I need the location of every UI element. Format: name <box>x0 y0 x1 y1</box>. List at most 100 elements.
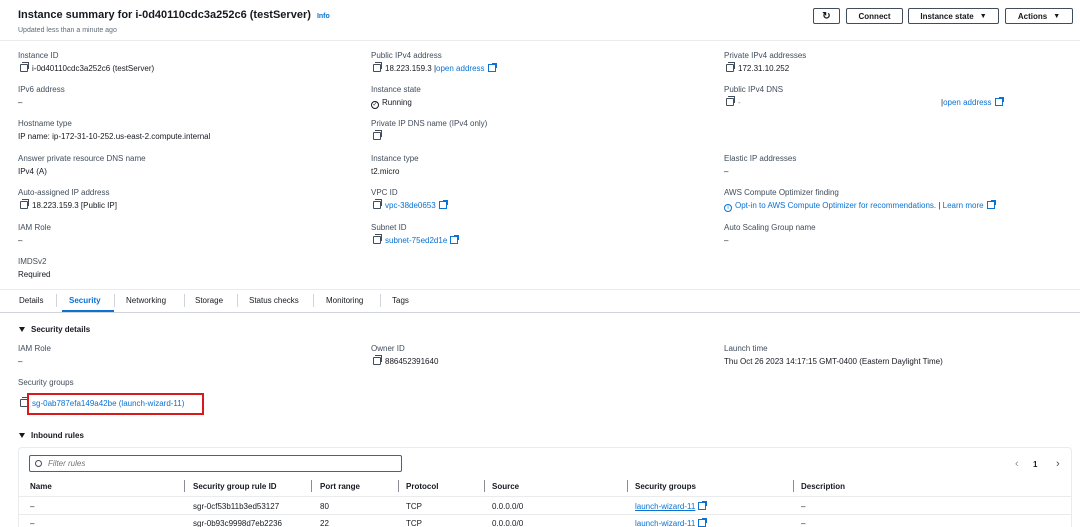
col-source[interactable]: Source <box>492 482 519 491</box>
tab-storage[interactable]: Storage <box>195 296 223 305</box>
copy-icon[interactable] <box>726 62 735 72</box>
launch-time-label: Launch time <box>724 344 768 353</box>
col-resizer[interactable] <box>627 480 628 492</box>
inbound-rules-header[interactable]: Inbound rules <box>19 431 84 440</box>
external-link-icon <box>994 97 1004 106</box>
cell-security-group: launch-wizard-11 <box>635 501 708 511</box>
actions-button[interactable]: Actions ▼ <box>1005 8 1073 24</box>
tab-details[interactable]: Details <box>19 296 43 305</box>
auto-ip-value: 18.223.159.3 [Public IP] <box>20 199 117 210</box>
tab-networking[interactable]: Networking <box>126 296 166 305</box>
subnet-link[interactable]: subnet-75ed2d1e <box>385 236 447 245</box>
vpc-label: VPC ID <box>371 188 398 197</box>
copy-icon[interactable] <box>726 96 735 106</box>
col-port-range[interactable]: Port range <box>320 482 360 491</box>
elastic-ip-label: Elastic IP addresses <box>724 154 797 163</box>
col-resizer[interactable] <box>184 480 185 492</box>
search-icon <box>35 460 42 467</box>
private-ip-dns-label: Private IP DNS name (IPv4 only) <box>371 119 488 128</box>
owner-id-label: Owner ID <box>371 344 405 353</box>
open-address-link[interactable]: open address <box>436 64 484 73</box>
vpc-link[interactable]: vpc-38de0653 <box>385 201 436 210</box>
subnet-label: Subnet ID <box>371 223 407 232</box>
tab-separator <box>313 294 314 307</box>
cell-protocol: TCP <box>406 502 422 511</box>
filter-rules-field[interactable] <box>48 459 388 468</box>
pagination-page[interactable]: 1 <box>1033 460 1037 469</box>
tab-tags[interactable]: Tags <box>392 296 409 305</box>
cell-description: – <box>801 502 806 511</box>
pagination-prev[interactable]: ‹ <box>1015 458 1019 470</box>
security-group-link[interactable]: launch-wizard-11 <box>635 519 695 527</box>
optimizer-opt-in-link[interactable]: Opt-in to AWS Compute Optimizer for reco… <box>735 201 936 210</box>
refresh-button[interactable]: ↻ <box>813 8 840 24</box>
open-address-link[interactable]: open address <box>943 98 991 107</box>
iam-role-value: – <box>18 236 23 245</box>
cell-description: – <box>801 519 806 527</box>
cell-port: 80 <box>320 502 329 511</box>
col-description[interactable]: Description <box>801 482 845 491</box>
filter-rules-input[interactable] <box>29 455 402 472</box>
refresh-icon: ↻ <box>822 10 831 22</box>
copy-icon[interactable] <box>373 199 382 209</box>
private-ip-dns-value <box>373 130 385 141</box>
info-circle-icon: i <box>724 204 732 212</box>
copy-icon[interactable] <box>373 62 382 72</box>
instance-id-label: Instance ID <box>18 51 59 60</box>
running-status-icon: ✓ <box>371 101 379 109</box>
connect-button[interactable]: Connect <box>846 8 903 24</box>
external-link-icon <box>698 501 708 510</box>
security-group-link[interactable]: launch-wizard-11 <box>635 502 695 511</box>
copy-icon[interactable] <box>20 199 29 209</box>
caret-down-icon: ▼ <box>1053 12 1061 20</box>
security-details-header[interactable]: Security details <box>19 325 90 334</box>
col-security-groups[interactable]: Security groups <box>635 482 696 491</box>
page-title: Instance summary for i-0d40110cdc3a252c6… <box>18 9 330 21</box>
sd-iam-role-value: – <box>18 357 23 366</box>
ipv6-value: – <box>18 98 23 107</box>
external-link-icon <box>450 235 460 244</box>
copy-icon[interactable] <box>373 130 382 140</box>
external-link-icon <box>487 63 497 72</box>
tab-security[interactable]: Security <box>69 296 101 305</box>
private-ipv4-value: 172.31.10.252 <box>726 62 789 73</box>
copy-icon[interactable] <box>20 62 29 72</box>
optimizer-value: i Opt-in to AWS Compute Optimizer for rec… <box>724 200 996 212</box>
imdsv2-value: Required <box>18 270 51 279</box>
col-resizer[interactable] <box>311 480 312 492</box>
col-name[interactable]: Name <box>30 482 52 491</box>
cell-rule-id: sgr-0cf53b11b3ed53127 <box>193 502 280 511</box>
answer-dns-label: Answer private resource DNS name <box>18 154 146 163</box>
col-resizer[interactable] <box>484 480 485 492</box>
col-protocol[interactable]: Protocol <box>406 482 438 491</box>
pagination-next[interactable]: › <box>1056 458 1060 470</box>
public-dns-value: - <box>726 96 741 107</box>
tab-status-checks[interactable]: Status checks <box>249 296 299 305</box>
col-resizer[interactable] <box>793 480 794 492</box>
col-rule-id[interactable]: Security group rule ID <box>193 482 277 491</box>
iam-role-label: IAM Role <box>18 223 51 232</box>
info-link[interactable]: Info <box>317 13 330 20</box>
public-dns-label: Public IPv4 DNS <box>724 85 784 94</box>
security-groups-label: Security groups <box>18 378 74 387</box>
caret-down-icon <box>19 433 25 438</box>
tabs-divider <box>0 312 1080 313</box>
col-resizer[interactable] <box>398 480 399 492</box>
tab-separator <box>56 294 57 307</box>
tab-separator <box>380 294 381 307</box>
caret-down-icon <box>19 327 25 332</box>
answer-dns-value: IPv4 (A) <box>18 167 47 176</box>
tab-separator <box>114 294 115 307</box>
instance-state-button[interactable]: Instance state ▼ <box>908 8 999 24</box>
learn-more-link[interactable]: Learn more <box>943 201 984 210</box>
copy-icon[interactable] <box>373 355 382 365</box>
imdsv2-label: IMDSv2 <box>18 257 47 266</box>
asg-value: – <box>724 236 729 245</box>
copy-icon[interactable] <box>373 234 382 244</box>
divider <box>0 289 1080 290</box>
cell-port: 22 <box>320 519 329 527</box>
cell-protocol: TCP <box>406 519 422 527</box>
elastic-ip-value: – <box>724 167 729 176</box>
instance-id-value: i-0d40110cdc3a252c6 (testServer) <box>20 62 154 73</box>
tab-monitoring[interactable]: Monitoring <box>326 296 363 305</box>
